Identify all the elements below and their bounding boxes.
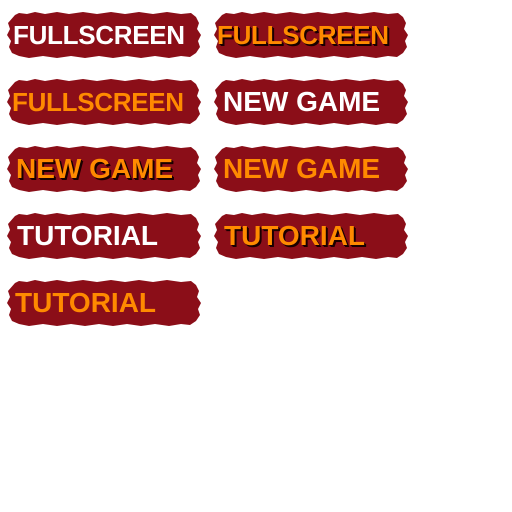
new-game-button-pressed[interactable]: NEW GAME <box>5 143 201 195</box>
new-game-label: NEW GAME <box>223 153 381 184</box>
fullscreen-button-normal[interactable]: FULLSCREEN <box>5 9 201 61</box>
tutorial-label: TUTORIAL <box>224 220 366 251</box>
new-game-label: NEW GAME <box>16 153 174 184</box>
fullscreen-button-pressed[interactable]: FULLSCREEN <box>212 9 408 61</box>
tutorial-button-hover[interactable]: TUTORIAL <box>5 277 201 329</box>
fullscreen-label: FULLSCREEN <box>217 20 389 50</box>
new-game-label: NEW GAME <box>223 86 381 117</box>
tutorial-button-pressed[interactable]: TUTORIAL <box>212 210 408 262</box>
fullscreen-label: FULLSCREEN <box>13 20 185 50</box>
tutorial-label: TUTORIAL <box>17 220 159 251</box>
new-game-button-hover[interactable]: NEW GAME <box>212 143 408 195</box>
fullscreen-button-hover[interactable]: FULLSCREEN <box>5 76 201 128</box>
tutorial-button-normal[interactable]: TUTORIAL <box>5 210 201 262</box>
button-sprite-sheet: FULLSCREEN FULLSCREEN FULLSCREEN NEW GAM… <box>0 0 512 512</box>
new-game-button-normal[interactable]: NEW GAME <box>212 76 408 128</box>
fullscreen-label: FULLSCREEN <box>12 87 184 117</box>
tutorial-label: TUTORIAL <box>15 287 157 318</box>
